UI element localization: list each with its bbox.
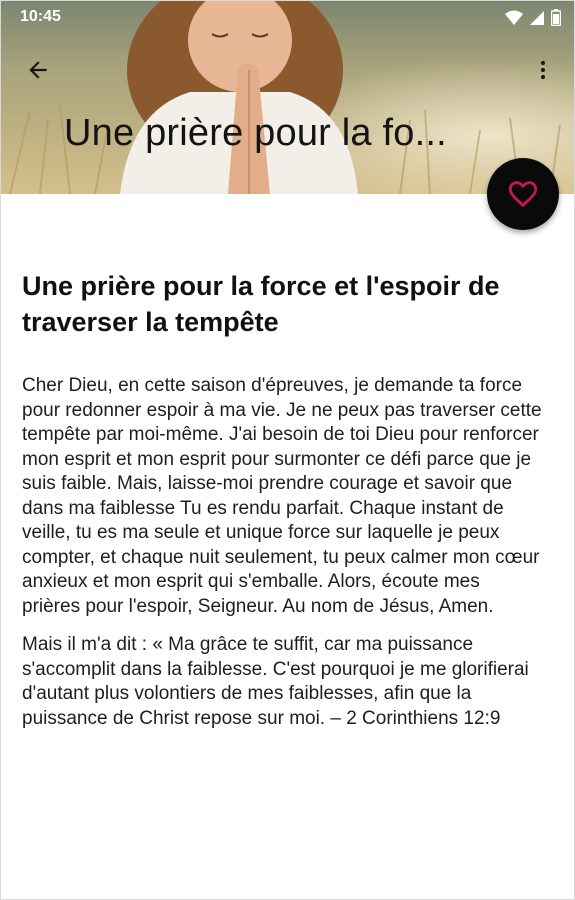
back-button[interactable]: [20, 52, 56, 88]
status-bar: 10:45: [0, 0, 575, 34]
toolbar-title: Une prière pour la fo...: [64, 112, 447, 154]
prayer-detail-screen: 10:45 Une prière pour la fo... Une prièr…: [0, 0, 575, 900]
wifi-icon: [505, 10, 523, 25]
status-time: 10:45: [20, 8, 61, 25]
signal-icon: [530, 10, 544, 25]
status-icons: [505, 9, 561, 26]
heart-outline-icon: [508, 181, 538, 208]
more-vert-icon: [541, 61, 545, 79]
favorite-button[interactable]: [487, 158, 559, 230]
verse-paragraph: Mais il m'a dit : « Ma grâce te suffit, …: [22, 634, 529, 729]
arrow-back-icon: [29, 61, 47, 79]
battery-icon: [551, 9, 561, 26]
article-title: Une prière pour la force et l'espoir de …: [22, 271, 500, 337]
article-content: Une prière pour la force et l'espoir de …: [22, 268, 542, 745]
more-options-button[interactable]: [525, 52, 561, 88]
prayer-paragraph: Cher Dieu, en cette saison d'épreuves, j…: [22, 375, 542, 617]
